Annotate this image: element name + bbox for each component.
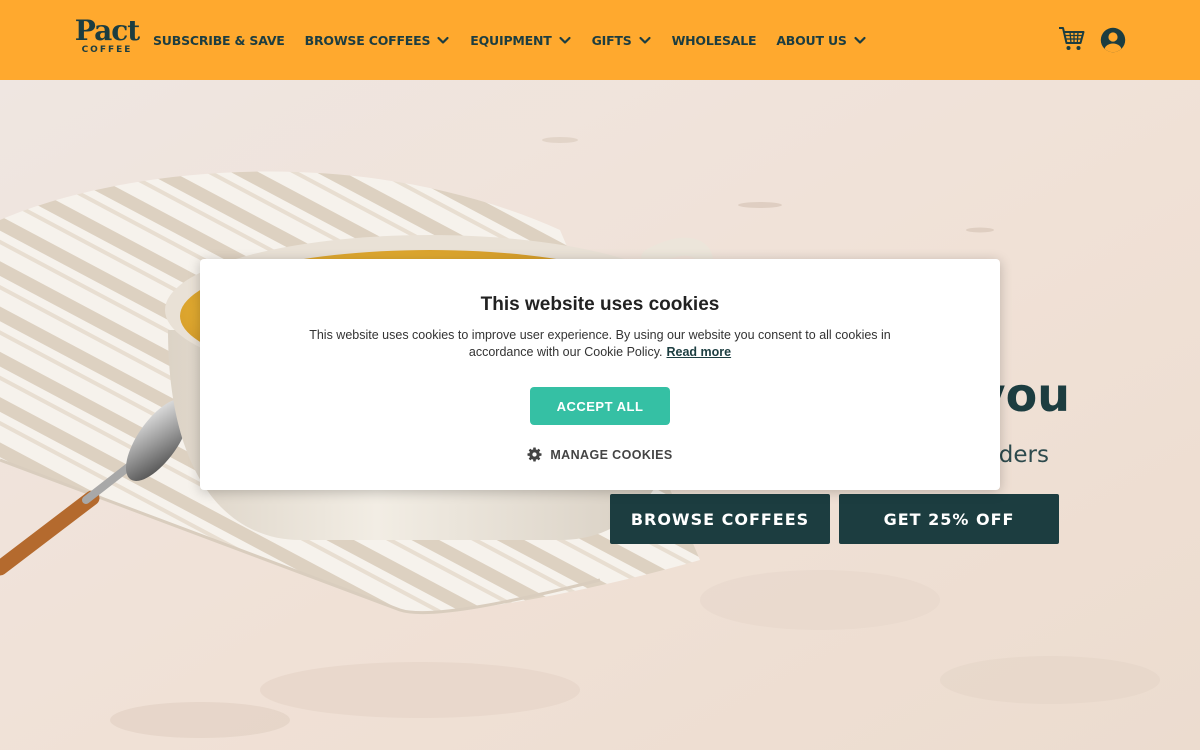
cart-icon[interactable] bbox=[1058, 26, 1085, 52]
pact-logo[interactable]: Pact COFFEE bbox=[72, 16, 142, 64]
browse-coffees-button[interactable]: BROWSE COFFEES bbox=[610, 494, 830, 544]
accept-all-button[interactable]: ACCEPT ALL bbox=[530, 387, 670, 425]
chevron-down-icon bbox=[854, 36, 866, 44]
gear-icon bbox=[527, 447, 542, 462]
logo-wordmark: Pact bbox=[74, 14, 140, 47]
chevron-down-icon bbox=[638, 36, 651, 44]
nav-label: WHOLESALE bbox=[671, 32, 757, 48]
nav-about-us[interactable]: ABOUT US bbox=[776, 33, 866, 48]
nav-label: ABOUT US bbox=[776, 32, 847, 48]
nav-label: BROWSE COFFEES bbox=[304, 32, 431, 48]
chevron-down-icon bbox=[558, 36, 571, 44]
nav-subscribe-save[interactable]: SUBSCRIBE & SAVE bbox=[153, 33, 285, 48]
account-icon[interactable] bbox=[1100, 27, 1126, 53]
manage-cookies-button[interactable]: MANAGE COOKIES bbox=[200, 447, 1000, 462]
main-nav: SUBSCRIBE & SAVE BROWSE COFFEES EQUIPMEN… bbox=[153, 0, 887, 80]
nav-wholesale[interactable]: WHOLESALE bbox=[672, 33, 757, 48]
nav-browse-coffees[interactable]: BROWSE COFFEES bbox=[305, 33, 451, 48]
read-more-link[interactable]: Read more bbox=[667, 345, 732, 359]
chevron-down-icon bbox=[437, 36, 449, 44]
cookie-banner: This website uses cookies This website u… bbox=[200, 259, 1000, 490]
manage-cookies-label: MANAGE COOKIES bbox=[550, 447, 673, 462]
cookie-title: This website uses cookies bbox=[480, 294, 720, 315]
nav-label: GIFTS bbox=[591, 32, 632, 48]
cookie-text: This website uses cookies to improve use… bbox=[309, 328, 891, 359]
cookie-description: This website uses cookies to improve use… bbox=[295, 327, 905, 361]
site-header: Pact COFFEE SUBSCRIBE & SAVE BROWSE COFF… bbox=[0, 0, 1200, 80]
nav-equipment[interactable]: EQUIPMENT bbox=[470, 33, 571, 48]
logo-tagline: COFFEE bbox=[81, 45, 133, 55]
nav-gifts[interactable]: GIFTS bbox=[592, 33, 652, 48]
get-25-off-button[interactable]: GET 25% OFF bbox=[839, 494, 1059, 544]
nav-label: SUBSCRIBE & SAVE bbox=[153, 32, 285, 48]
nav-label: EQUIPMENT bbox=[470, 32, 552, 48]
